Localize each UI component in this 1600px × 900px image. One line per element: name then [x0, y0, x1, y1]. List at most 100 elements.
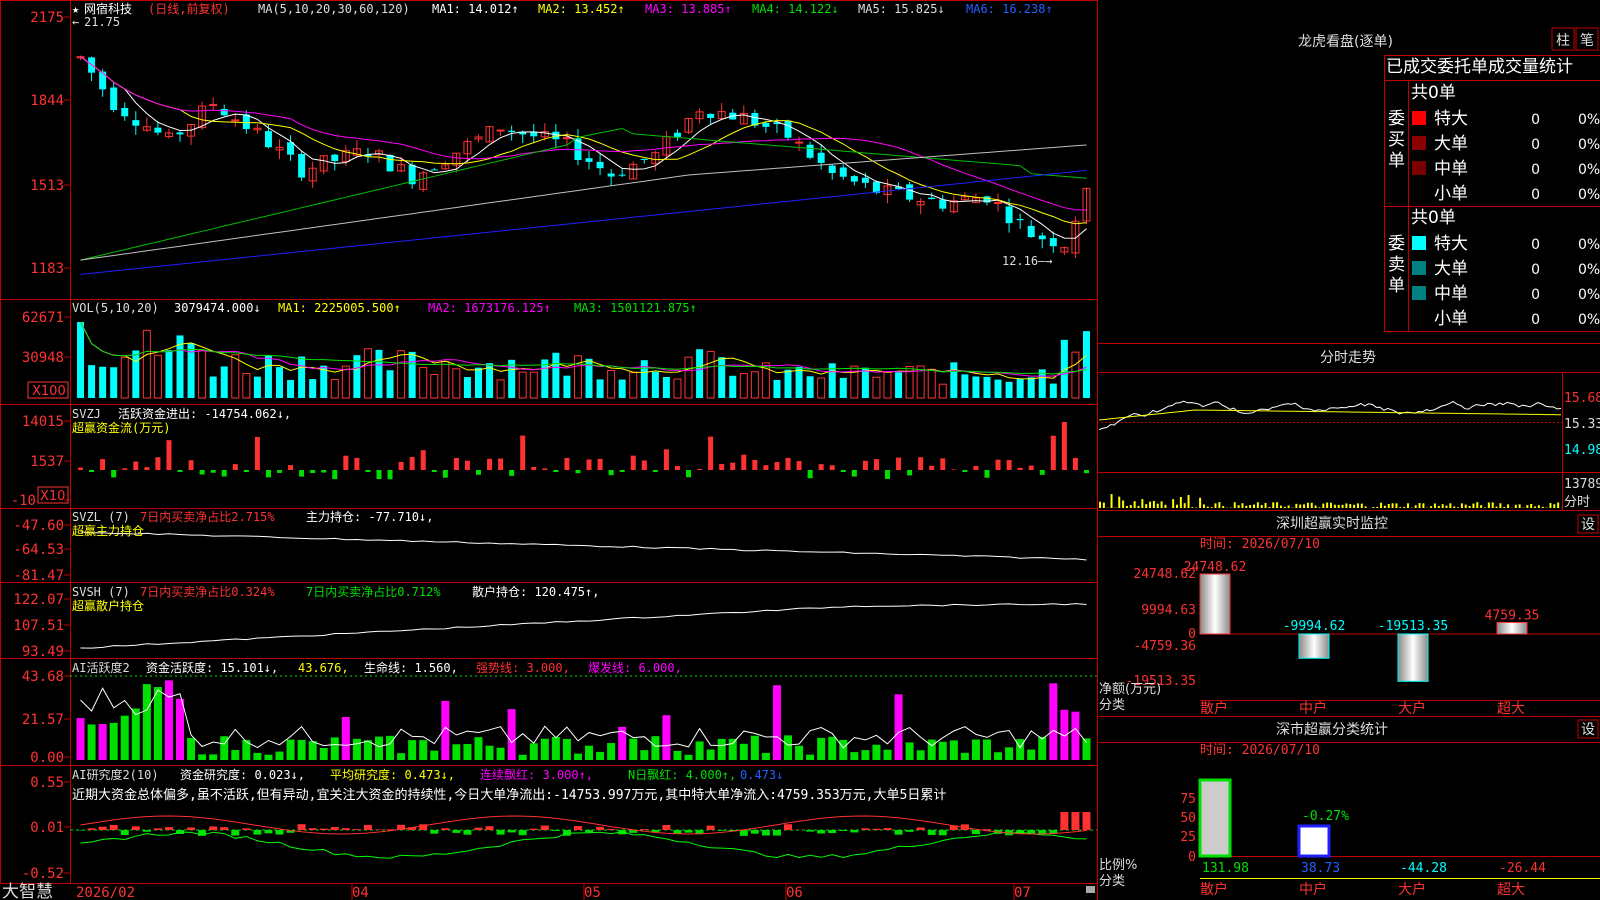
research-bar — [131, 826, 140, 830]
research-bar — [187, 827, 196, 830]
flow-bar — [188, 460, 194, 470]
research-bars — [70, 812, 1097, 859]
sz-monitor-title: 深圳超赢实时监控 — [1276, 515, 1388, 532]
activity-bar — [452, 744, 461, 760]
svzj-axis-low: -10 — [11, 493, 36, 509]
intraday-price-low: 14.98 — [1564, 443, 1600, 458]
ma30-line — [80, 127, 1087, 261]
y-tick-marks — [64, 16, 70, 874]
svsh-title[interactable]: SVSH (7) — [72, 585, 130, 599]
activity-bar — [949, 740, 958, 760]
intraday-volume — [1253, 504, 1255, 508]
candle-down — [154, 127, 162, 133]
flow-bar — [663, 449, 669, 470]
flow-bar — [674, 465, 680, 470]
ai2-average: 平均研究度: 0.473↓, — [330, 767, 455, 782]
intraday-volume — [1318, 507, 1321, 508]
flow-bar — [785, 457, 791, 470]
sell-row-name-3: 小单 — [1434, 309, 1468, 329]
stock-name[interactable]: 网宿科技 — [84, 1, 132, 16]
flow-bar — [376, 470, 382, 480]
flow-bar — [78, 467, 84, 470]
volume-bar — [397, 350, 406, 399]
activity-bar — [828, 736, 837, 760]
activity-bar — [109, 722, 118, 760]
flow-bar — [133, 461, 139, 470]
candle-down — [1016, 218, 1024, 221]
svzl-ratio: 7日内买卖净占比2.715% — [140, 509, 275, 524]
intraday-price-line[interactable] — [1098, 400, 1563, 508]
intraday-volume — [1260, 504, 1263, 508]
volume-bar — [983, 376, 991, 398]
lock-icon[interactable] — [1086, 886, 1095, 893]
vol-value: 3079474.000↓ — [174, 301, 261, 315]
ai1-title[interactable]: AI活跃度2 — [72, 660, 130, 675]
volume-bar — [77, 322, 85, 398]
intraday-volume — [1457, 507, 1460, 508]
ma10-line — [80, 56, 1087, 225]
volume-bar — [839, 377, 847, 398]
x-label-jun: 06 — [786, 885, 803, 900]
research-bar — [883, 828, 892, 830]
research-bar — [905, 830, 914, 832]
research-bar — [319, 828, 328, 830]
buy-row-name-3: 小单 — [1434, 184, 1468, 204]
candle-down — [386, 154, 394, 172]
research-bar — [485, 826, 494, 830]
flow-bar — [221, 470, 227, 477]
flow-bar — [111, 470, 117, 478]
research-bar — [330, 827, 339, 830]
volume-bar — [386, 370, 394, 398]
activity-bar — [408, 740, 417, 760]
intraday-volume — [1264, 503, 1267, 508]
research-bar — [971, 830, 980, 835]
candle-down — [928, 197, 936, 200]
activity-bar — [275, 751, 284, 760]
brand-logo[interactable]: 大智慧 — [2, 882, 53, 900]
flow-bar — [818, 464, 824, 470]
buy-label-3: 单 — [1388, 151, 1405, 171]
ma-params[interactable]: MA(5,10,20,30,60,120) — [258, 2, 410, 16]
flow-bar — [365, 470, 371, 472]
intraday-title[interactable]: 分时走势 — [1320, 350, 1376, 366]
candle-down — [530, 132, 538, 137]
flow-bar — [840, 470, 846, 472]
intraday-volume — [1287, 505, 1290, 508]
sz-cat-0: 散户 — [1200, 700, 1228, 717]
volume-bar — [474, 367, 482, 398]
flow-bar — [619, 470, 625, 472]
ai2-extra: 0.473↓ — [740, 768, 783, 782]
volume-bar — [276, 367, 284, 398]
svzj-title[interactable]: SVZJ — [72, 407, 101, 421]
buy-label-1: 委 — [1388, 109, 1405, 129]
sz-cat-3: 超大 — [1497, 701, 1525, 717]
ai2-n-day: N日飘红: 4.000↑, — [628, 767, 736, 782]
activity-bar — [607, 743, 616, 760]
volume-bar — [198, 349, 207, 399]
activity-bar — [905, 742, 914, 760]
sz-bar-0 — [1199, 573, 1231, 635]
intraday-volume — [1360, 503, 1363, 508]
vol-title[interactable]: VOL(5,10,20) — [72, 301, 159, 315]
ma120-line — [80, 169, 1087, 275]
svzl-title[interactable]: SVZL (7) — [72, 510, 130, 524]
svsh-axis-mid: 107.51 — [13, 618, 64, 634]
terminal-screen: ★ 网宿科技 (日线,前复权) MA(5,10,20,30,60,120) MA… — [0, 0, 1600, 900]
intraday-volume — [1272, 502, 1275, 508]
flow-bar — [1083, 470, 1089, 474]
flow-bar — [100, 459, 106, 470]
research-bar — [806, 830, 815, 832]
chart-mode[interactable]: (日线,前复权) — [148, 1, 230, 16]
intraday-volume — [1299, 504, 1302, 508]
sc-cat-3: 超大 — [1497, 882, 1525, 898]
flow-bar — [1028, 465, 1034, 470]
intraday-volume — [1141, 499, 1144, 508]
research-bar — [341, 828, 350, 830]
volume-bar — [1071, 351, 1080, 399]
research-bar — [1060, 812, 1069, 830]
flow-bar — [310, 470, 316, 474]
ai2-title[interactable]: AI研究度2(10) — [72, 767, 159, 782]
flow-bar — [597, 458, 603, 470]
candlestick-chart[interactable] — [76, 55, 1091, 259]
volume-bar — [729, 375, 737, 398]
